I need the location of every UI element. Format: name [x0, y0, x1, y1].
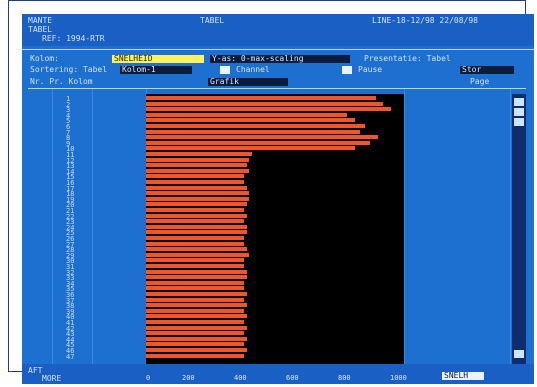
- bottom-left2: MORE: [42, 374, 62, 383]
- bar: [146, 219, 245, 224]
- bar: [146, 180, 245, 184]
- kolom-label: Kolom:: [30, 54, 59, 63]
- bar: [146, 320, 245, 324]
- bar: [146, 236, 245, 240]
- bar: [146, 101, 384, 106]
- bar: [146, 129, 361, 134]
- grafik-column-header: Grafik: [208, 78, 288, 86]
- stor-button[interactable]: Stor: [460, 66, 514, 74]
- bar: [146, 303, 247, 308]
- bar: [146, 264, 245, 268]
- channel-label: Channel: [236, 65, 270, 74]
- x-axis-tick: 400: [234, 374, 247, 382]
- column-divider-1: [52, 89, 53, 364]
- bar: [146, 247, 247, 252]
- y-axis-setting[interactable]: Y-as: 0-max-scaling: [210, 55, 350, 63]
- bar: [146, 308, 245, 313]
- bar: [146, 213, 247, 218]
- presentation-setting: Presentatie: Tabel: [364, 54, 451, 63]
- divider-2: [28, 88, 526, 89]
- bar: [146, 269, 247, 274]
- bar: [146, 353, 245, 358]
- bar: [146, 174, 245, 179]
- bar: [146, 196, 250, 201]
- bar: [146, 241, 245, 246]
- bar: [146, 107, 392, 112]
- header-line1-left: MANTE: [28, 16, 53, 25]
- bar: [146, 230, 247, 235]
- bar: [146, 135, 379, 140]
- bar: [146, 275, 247, 280]
- x-axis-tick: 600: [286, 374, 299, 382]
- scroll-page-up[interactable]: [514, 118, 524, 126]
- bar: [146, 124, 366, 128]
- bar: [146, 224, 247, 229]
- column-divider-5: [510, 89, 511, 364]
- bottom-left1: AFT: [28, 366, 43, 375]
- header-line3: REF: 1994-RTR: [42, 34, 105, 43]
- channel-checkbox[interactable]: [220, 66, 230, 74]
- bar: [146, 336, 247, 341]
- x-axis-tick: 800: [338, 374, 351, 382]
- sort-label: Sortering: Tabel: [30, 65, 108, 74]
- sort-value[interactable]: Kolom-1: [120, 66, 192, 74]
- header-line2: TABEL: [28, 25, 53, 34]
- bar: [146, 118, 355, 123]
- scrollbar[interactable]: [512, 94, 526, 366]
- bar: [146, 168, 250, 173]
- bar: [146, 280, 245, 285]
- bar: [146, 152, 252, 156]
- kolom-value[interactable]: SNELHEID: [112, 55, 204, 63]
- scroll-thumb[interactable]: [514, 108, 524, 116]
- table-header-right: Page: [470, 77, 490, 86]
- table-header-left: Nr. Pr. Kolom: [30, 77, 93, 86]
- bar: [146, 325, 247, 330]
- bar: [146, 331, 245, 336]
- bar: [146, 191, 250, 196]
- x-axis-tick: 200: [182, 374, 195, 382]
- bar: [146, 258, 245, 263]
- bar: [146, 342, 245, 347]
- bar: [146, 157, 250, 162]
- bar: [146, 297, 245, 302]
- scroll-up-button[interactable]: [514, 98, 524, 106]
- bar: [146, 348, 247, 352]
- divider: [22, 49, 534, 50]
- column-divider-2: [92, 89, 93, 364]
- pause-label: Pause: [358, 65, 383, 74]
- bar: [146, 202, 247, 207]
- bar: [146, 112, 348, 117]
- header-line1-mid: TABEL: [200, 16, 225, 25]
- x-axis-tick: 1000: [390, 374, 407, 382]
- row-number: 47: [66, 352, 75, 361]
- bottom-right-box[interactable]: SNELH: [442, 372, 484, 380]
- column-divider-4: [404, 89, 405, 364]
- bar: [146, 252, 250, 257]
- bar: [146, 185, 247, 190]
- bar: [146, 208, 245, 212]
- bar: [146, 140, 371, 145]
- scroll-down-button[interactable]: [514, 350, 524, 358]
- bar: [146, 96, 376, 100]
- bar: [146, 292, 247, 296]
- header-line1-right: LINE-18-12/98 22/08/98: [372, 16, 478, 25]
- bar: [146, 163, 247, 168]
- bar: [146, 146, 355, 151]
- terminal-screen: MANTE TABEL LINE-18-12/98 22/08/98 TABEL…: [22, 14, 534, 384]
- bar: [146, 314, 247, 319]
- bar: [146, 286, 245, 291]
- x-axis-tick: 0: [146, 374, 151, 382]
- pause-checkbox[interactable]: [342, 66, 352, 74]
